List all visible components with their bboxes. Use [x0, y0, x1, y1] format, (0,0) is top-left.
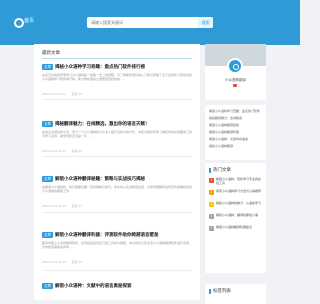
- title-accent-bar: [209, 288, 211, 294]
- profile-name: 小众语种翻译: [225, 78, 246, 82]
- article-title[interactable]: 解锁小众语种翻译利器：评测软件助你跨越语言壁垒: [55, 232, 159, 238]
- hot-article-item[interactable]: 2 探索小众语种学习方法与心得推荐: [205, 189, 266, 201]
- tags-box: 标签列表: [205, 284, 266, 304]
- divider: [42, 99, 192, 100]
- avatar[interactable]: [227, 58, 243, 74]
- hot-article-title[interactable]: 解锁小众语种：翻译的那些小事: [216, 213, 258, 217]
- article-badge: 文章: [42, 64, 53, 70]
- main-content: 最新文章 文章 揭秘小众语种学习奇趣：盘点热门软件排行榜 在多元化的世界里学习小众…: [34, 44, 200, 300]
- divider: [42, 58, 192, 59]
- tags-title: 标签列表: [213, 288, 231, 293]
- divider: [42, 156, 192, 157]
- article-title[interactable]: 揭秘翻译魅力：在线精选，激出你的语言天赋！: [55, 121, 150, 127]
- nav-home-link[interactable]: 首页: [24, 17, 34, 24]
- article-date: 2024-10-10 01:30: [42, 204, 66, 208]
- divider: [42, 212, 192, 213]
- avatar-logo-icon: [233, 64, 239, 70]
- article-badge: 文章: [42, 232, 53, 238]
- article-excerpt: 在翻译小众语种时，我们需要掌握一定的策略与技巧，本文将从实战角度出发，为你详细解…: [42, 185, 192, 194]
- sidebar-link[interactable]: 解锁小众语种翻译秘籍: [205, 122, 266, 129]
- hot-article-item[interactable]: 1 解锁小众语种，轻松学习专业的在线工具: [205, 177, 266, 189]
- article-card[interactable]: 文章 解锁小众语种翻译秘籍：策略与实战技巧揭秘 在翻译小众语种时，我们需要掌握一定…: [42, 175, 192, 208]
- site-logo-icon[interactable]: [14, 18, 24, 28]
- search-input[interactable]: [87, 17, 213, 28]
- article-views: 阅读 39: [71, 149, 82, 153]
- hot-article-title[interactable]: 解锁小众语种翻译利器盘点: [216, 225, 252, 229]
- article-title[interactable]: 揭秘小众语种学习奇趣：盘点热门软件排行榜: [55, 64, 145, 70]
- article-date: 2024-10-10 01:12: [42, 260, 66, 264]
- article-excerpt: 在信息全球化的今天，学习一门小众语种成为许多人提升竞争力的方式，本篇文章将带你了…: [42, 130, 192, 139]
- article-card[interactable]: 文章 揭秘翻译魅力：在线精选，激出你的语言天赋！ 在信息全球化的今天，学习一门小众…: [42, 120, 192, 153]
- article-card[interactable]: 文章 揭秘小众语种学习奇趣：盘点热门软件排行榜 在多元化的世界里学习小众语种是一趟…: [42, 63, 192, 96]
- sidebar-link[interactable]: 揭秘翻译魅力：在线精选: [205, 115, 266, 122]
- article-card[interactable]: 文章 解锁小众语种翻译利器：评测软件助你跨越语言壁垒 面对市面上众多的翻译软件，如…: [42, 231, 192, 264]
- section-title: 最新文章: [42, 50, 60, 55]
- search-button[interactable]: 搜索: [198, 17, 213, 28]
- sidebar-link[interactable]: 揭秘小众语种翻译: [205, 143, 266, 150]
- article-title[interactable]: 解锁小众语种：文献中的语言奥秘探索: [55, 283, 132, 289]
- article-badge: 文章: [42, 121, 53, 127]
- hot-article-item[interactable]: 3 揭秘小众语种的魅力：从语言学习: [205, 201, 266, 213]
- sidebar-link[interactable]: 解锁小众语种翻译利器: [205, 129, 266, 136]
- article-date: 2024-10-10 02:01: [42, 92, 66, 96]
- sidebar-link[interactable]: 解锁小众语种：文献中的语言: [205, 136, 266, 143]
- profile-card: 小众语种翻译: [205, 44, 266, 100]
- article-title[interactable]: 解锁小众语种翻译秘籍：策略与实战技巧揭秘: [55, 176, 145, 182]
- hot-article-title[interactable]: 解锁小众语种，轻松学习专业的在线工具: [216, 177, 262, 185]
- article-views: 阅读 48: [71, 92, 82, 96]
- profile-badge-icon: [233, 84, 237, 87]
- hot-article-item[interactable]: 4 解锁小众语种：翻译的那些小事: [205, 213, 266, 225]
- title-accent-bar: [209, 167, 211, 173]
- hot-articles-box: 热门文章 1 解锁小众语种，轻松学习专业的在线工具 2 探索小众语种学习方法与心得推…: [205, 163, 266, 273]
- rank-badge: 4: [209, 214, 214, 219]
- rank-badge: 2: [209, 190, 214, 195]
- article-excerpt: 在多元化的世界里学习小众语种是一趟独一无二的旅程，为了帮助你更好地入门我们整理了…: [42, 73, 192, 82]
- sidebar-link[interactable]: 解锁小众语种学习奇趣：盘点热门软件: [205, 108, 266, 115]
- article-badge: 文章: [42, 176, 53, 182]
- article-views: 阅读 33: [71, 260, 82, 264]
- hot-articles-title: 热门文章: [213, 167, 231, 172]
- divider: [42, 270, 192, 271]
- article-badge: 文章: [42, 283, 53, 289]
- article-card[interactable]: 文章 解锁小众语种：文献中的语言奥秘探索: [42, 282, 192, 290]
- article-views: 阅读 27: [71, 204, 82, 208]
- hot-article-title[interactable]: 揭秘小众语种的魅力：从语言学习: [216, 201, 261, 205]
- hot-article-item[interactable]: 5 解锁小众语种翻译利器盘点: [205, 225, 266, 237]
- rank-badge: 1: [209, 178, 214, 183]
- hot-article-title[interactable]: 探索小众语种学习方法与心得推荐: [216, 189, 261, 193]
- rank-badge: 5: [209, 226, 214, 231]
- top-navigation-bar: 首页 搜索: [0, 0, 300, 45]
- sidebar-link-list: 解锁小众语种学习奇趣：盘点热门软件 揭秘翻译魅力：在线精选 解锁小众语种翻译秘籍…: [205, 105, 266, 160]
- rank-badge: 3: [209, 202, 214, 207]
- article-date: 2024-10-10 01:42: [42, 149, 66, 153]
- article-excerpt: 面对市面上众多的翻译软件，如何挑选适合自己的工具成为难题，本文将对几款主流小众语…: [42, 241, 192, 250]
